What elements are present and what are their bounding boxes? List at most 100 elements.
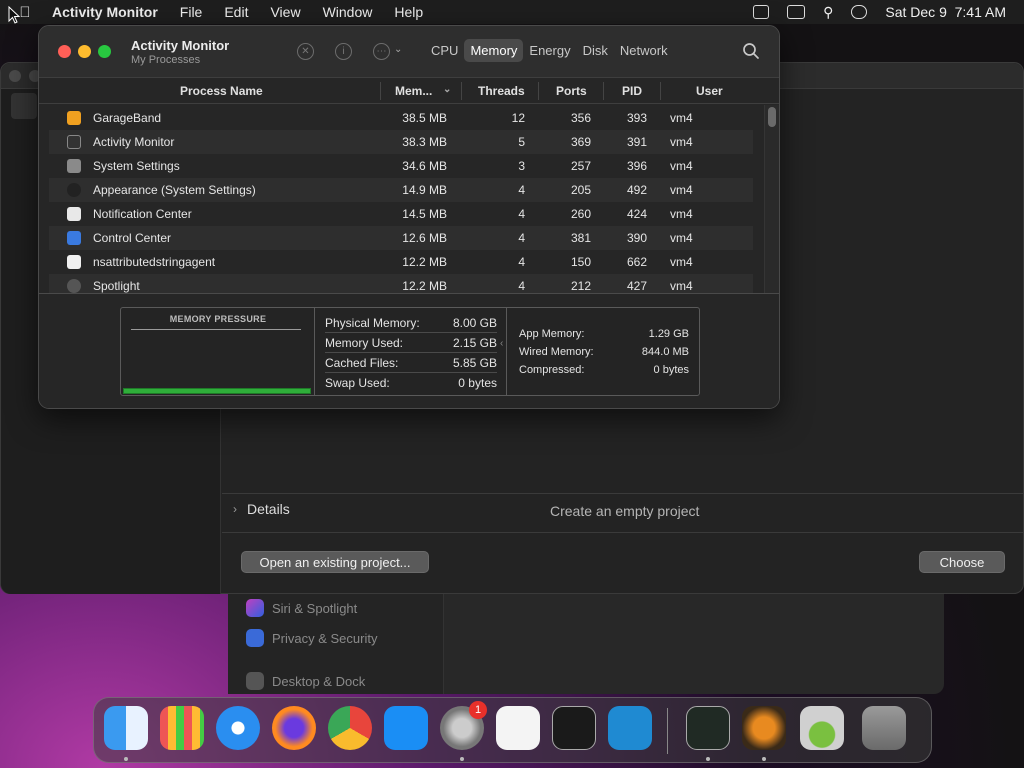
screen-share-icon[interactable] — [753, 5, 770, 19]
open-existing-project-button[interactable]: Open an existing project... — [241, 551, 429, 573]
dock-app-store-icon[interactable] — [384, 706, 428, 750]
column-user[interactable]: User — [696, 84, 723, 98]
menu-help[interactable]: Help — [394, 4, 423, 20]
stat-value: 8.00 GB — [452, 316, 497, 330]
dock-textedit-icon[interactable] — [496, 706, 540, 750]
table-row[interactable]: Notification Center 14.5 MB 4 260 424 vm4 — [49, 202, 753, 226]
scrollbar-thumb[interactable] — [768, 107, 776, 127]
table-row[interactable]: GarageBand 38.5 MB 12 356 393 vm4 — [49, 106, 753, 130]
memory-cell: 38.5 MB — [402, 111, 447, 125]
minimize-button[interactable] — [78, 45, 91, 58]
window-subtitle[interactable]: My Processes — [131, 54, 200, 66]
process-name-cell: GarageBand — [93, 111, 162, 125]
dock-firefox-icon[interactable] — [272, 706, 316, 750]
info-icon[interactable]: i — [335, 43, 352, 60]
stat-value: 844.0 MB — [641, 346, 689, 358]
close-button[interactable] — [58, 45, 71, 58]
threads-cell: 4 — [518, 231, 525, 245]
choose-button[interactable]: Choose — [919, 551, 1005, 573]
table-row[interactable]: Spotlight 12.2 MB 4 212 427 vm4 — [49, 274, 753, 293]
dock-launchpad-icon[interactable] — [160, 706, 204, 750]
dock-chrome-icon[interactable] — [328, 706, 372, 750]
stat-label: Swap Used: — [325, 376, 390, 390]
table-row[interactable]: Control Center 12.6 MB 4 381 390 vm4 — [49, 226, 753, 250]
dock-disk-utility-icon[interactable] — [800, 706, 844, 750]
scrollbar-track[interactable] — [764, 105, 779, 293]
tab-disk[interactable]: Disk — [577, 39, 614, 62]
details-disclosure[interactable]: › Details — [233, 501, 290, 517]
search-icon[interactable]: ⚲ — [823, 4, 833, 21]
tab-memory[interactable]: Memory — [464, 39, 524, 62]
dock-vscode-icon[interactable] — [608, 706, 652, 750]
column-threads[interactable]: Threads — [478, 84, 525, 98]
threads-cell: 12 — [511, 111, 525, 125]
sidebar-thumbnail[interactable] — [11, 93, 37, 119]
gear-icon — [67, 159, 81, 173]
notification-icon — [67, 207, 81, 221]
menu-file[interactable]: File — [180, 4, 203, 20]
pid-cell: 391 — [627, 135, 648, 149]
sidebar-item-siri[interactable]: Siri & Spotlight — [246, 596, 357, 620]
appearance-icon — [67, 183, 81, 197]
tab-network[interactable]: Network — [614, 39, 674, 62]
table-row[interactable]: System Settings 34.6 MB 3 257 396 vm4 — [49, 154, 753, 178]
tab-energy[interactable]: Energy — [523, 39, 576, 62]
control-center-icon[interactable] — [851, 5, 868, 19]
user-cell: vm4 — [670, 135, 693, 149]
pid-cell: 492 — [627, 183, 648, 197]
sidebar-item-privacy[interactable]: Privacy & Security — [246, 626, 377, 650]
tab-cpu[interactable]: CPU — [425, 39, 464, 62]
column-pid[interactable]: PID — [622, 84, 642, 98]
chevron-down-icon[interactable]: ⌄ — [394, 44, 402, 55]
ports-cell: 212 — [570, 279, 591, 293]
dock-garageband-icon[interactable] — [742, 706, 786, 750]
table-row[interactable]: nsattributedstringagent 12.2 MB 4 150 662 vm4 — [49, 250, 753, 274]
memory-cell: 14.5 MB — [402, 207, 447, 221]
memory-pressure-box: MEMORY PRESSURE Physical Memory: 8.00 GB… — [120, 307, 700, 396]
column-separator — [380, 82, 381, 100]
table-header: Process Name Mem... ⌄ Threads Ports PID … — [39, 78, 779, 104]
user-cell: vm4 — [670, 231, 693, 245]
control-center-icon — [67, 231, 81, 245]
dock-terminal-icon[interactable] — [552, 706, 596, 750]
menu-clock[interactable]: Sat Dec 9 7:41 AM — [885, 4, 1006, 20]
dock-trash-icon[interactable] — [862, 706, 906, 750]
memory-cell: 34.6 MB — [402, 159, 447, 173]
sidebar-item-label: Siri & Spotlight — [272, 600, 358, 616]
menu-app-name[interactable]: Activity Monitor — [52, 4, 158, 20]
sidebar-item-desktop-dock[interactable]: Desktop & Dock — [246, 669, 365, 693]
table-row[interactable]: Appearance (System Settings) 14.9 MB 4 205 4… — [49, 178, 753, 202]
column-ports[interactable]: Ports — [556, 84, 587, 98]
menu-edit[interactable]: Edit — [224, 4, 248, 20]
table-row[interactable]: Activity Monitor 38.3 MB 5 369 391 vm4 — [49, 130, 753, 154]
dock-safari-icon[interactable] — [216, 706, 260, 750]
menu-view[interactable]: View — [270, 4, 300, 20]
memory-cell: 14.9 MB — [402, 183, 447, 197]
graph-divider — [131, 329, 301, 330]
dock-activity-monitor-icon[interactable] — [686, 706, 730, 750]
running-indicator — [706, 757, 710, 761]
column-process-name[interactable]: Process Name — [180, 84, 263, 98]
more-options-icon[interactable]: ⋯ — [373, 43, 390, 60]
dock: 1 — [93, 697, 932, 763]
stop-process-icon[interactable]: ✕ — [297, 43, 314, 60]
stat-label: Physical Memory: — [325, 316, 420, 330]
stat-value: 5.85 GB — [452, 356, 497, 370]
user-cell: vm4 — [670, 183, 693, 197]
menu-bar:  Activity Monitor File Edit View Window… — [0, 0, 1024, 24]
zoom-button[interactable] — [98, 45, 111, 58]
stage-manager-icon[interactable] — [787, 5, 806, 19]
stat-value: 2.15 GB — [452, 336, 497, 350]
threads-cell: 4 — [518, 255, 525, 269]
menu-window[interactable]: Window — [323, 4, 373, 20]
close-button[interactable] — [9, 70, 21, 82]
column-memory[interactable]: Mem... — [395, 84, 432, 98]
process-table: GarageBand 38.5 MB 12 356 393 vm4 Activity Mon… — [39, 105, 779, 293]
threads-cell: 4 — [518, 183, 525, 197]
search-icon[interactable] — [742, 42, 760, 60]
dock-finder-icon[interactable] — [104, 706, 148, 750]
ports-cell: 205 — [570, 183, 591, 197]
stat-label: Wired Memory: — [519, 346, 594, 358]
hand-icon — [246, 629, 264, 647]
stat-label: Cached Files: — [325, 356, 399, 370]
